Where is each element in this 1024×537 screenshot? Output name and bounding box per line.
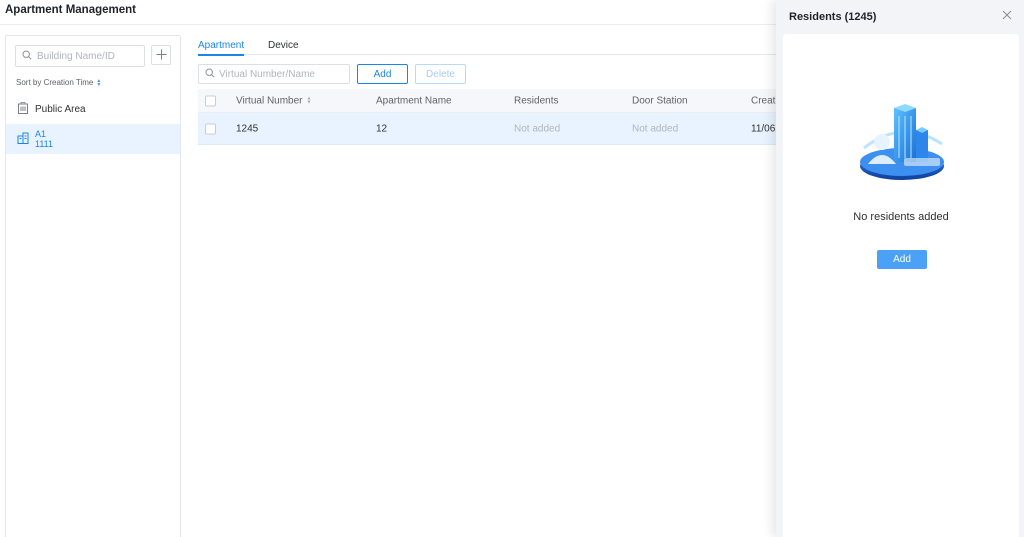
building-icon (17, 101, 29, 117)
cell-residents: Not added (514, 123, 561, 134)
tab-bar: Apartment Device (198, 38, 778, 56)
row-checkbox[interactable] (205, 123, 216, 134)
cell-apartment-name: 12 (376, 123, 388, 134)
tree-item-a1[interactable]: A1 1111 (6, 124, 180, 154)
cell-creation-time: 11/06, (751, 123, 779, 134)
select-all-checkbox[interactable] (205, 95, 216, 106)
sort-label: Sort by Creation Time (16, 78, 94, 87)
column-header-door-station: Door Station (632, 95, 688, 106)
apartment-search-input[interactable] (219, 68, 339, 80)
plus-icon (156, 48, 167, 63)
tree-item-public-area[interactable]: Public Area (6, 98, 180, 120)
building-panel: Sort by Creation Time ▲▼ Public Area A1 … (5, 35, 181, 537)
cell-door-station: Not added (632, 123, 679, 134)
drawer-title: Residents (1245) (789, 11, 877, 23)
building-id: 1111 (35, 139, 54, 149)
column-header-creation-time: Creati (751, 95, 778, 106)
apartment-table: Virtual Number ▲ ▼ Apartment Name Resident… (198, 89, 778, 145)
apartment-search[interactable] (198, 64, 350, 84)
building-name: A1 (35, 129, 47, 139)
search-icon (205, 67, 215, 81)
tree-item-text: A1 1111 (35, 129, 53, 149)
building-search[interactable] (15, 45, 145, 67)
drawer-body: No residents added Add (783, 34, 1019, 537)
delete-apartment-button[interactable]: Delete (415, 64, 466, 84)
add-building-button[interactable] (151, 45, 171, 65)
building-search-input[interactable] (37, 50, 137, 62)
residents-drawer: Residents (1245) No residents added Add (776, 0, 1024, 537)
column-header-virtual-number[interactable]: Virtual Number ▲ ▼ (236, 95, 311, 106)
column-header-apartment-name: Apartment Name (376, 95, 452, 106)
column-header-residents: Residents (514, 95, 559, 106)
tab-device[interactable]: Device (268, 40, 299, 51)
add-resident-button[interactable]: Add (877, 250, 927, 269)
sort-icon: ▲ ▼ (96, 77, 102, 88)
sort-icon: ▲ ▼ (306, 95, 312, 106)
empty-state-text: No residents added (853, 211, 949, 223)
building-icon (17, 132, 29, 147)
cell-virtual-number: 1245 (236, 123, 259, 134)
add-apartment-button[interactable]: Add (357, 64, 408, 84)
table-header: Virtual Number ▲ ▼ Apartment Name Resident… (198, 89, 778, 113)
empty-residents-illustration (856, 104, 948, 196)
tab-apartment[interactable]: Apartment (198, 40, 245, 56)
table-row[interactable]: 1245 12 Not added Not added 11/06, (198, 113, 778, 145)
close-icon[interactable] (1002, 9, 1012, 22)
search-icon (22, 49, 32, 63)
sort-control[interactable]: Sort by Creation Time ▲ ▼ (16, 78, 101, 87)
tree-item-label: Public Area (35, 103, 86, 115)
